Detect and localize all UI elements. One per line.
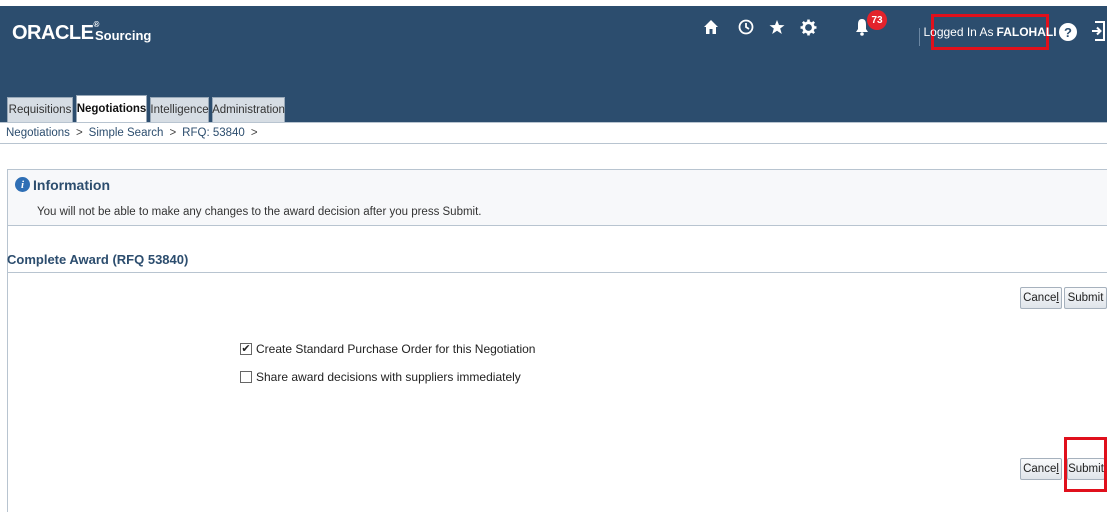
cancel-accelerator: l: [1056, 292, 1059, 304]
breadcrumb-separator: >: [75, 127, 83, 139]
tab-negotiations[interactable]: Negotiations: [76, 95, 147, 122]
submit-highlight-box: [1064, 437, 1107, 492]
breadcrumb-negotiations[interactable]: Negotiations: [6, 127, 70, 139]
tab-intelligence[interactable]: Intelligence: [150, 97, 209, 122]
breadcrumb-separator: >: [169, 127, 177, 139]
oracle-logo: ORACLE®: [12, 20, 99, 44]
logged-in-user: Logged In As FALOHALI: [923, 14, 1057, 50]
share-award-option[interactable]: Share award decisions with suppliers imm…: [240, 370, 521, 384]
breadcrumb-rfq[interactable]: RFQ: 53840: [182, 127, 245, 139]
settings-icon[interactable]: [797, 16, 819, 38]
cancel-button-top[interactable]: Cance l: [1020, 287, 1062, 309]
logged-in-username: FALOHALI: [996, 25, 1057, 39]
tab-requisitions[interactable]: Requisitions: [7, 97, 73, 122]
share-award-label: Share award decisions with suppliers imm…: [256, 370, 521, 384]
tab-administration[interactable]: Administration: [212, 97, 285, 122]
create-po-option[interactable]: ✔ Create Standard Purchase Order for thi…: [240, 342, 535, 356]
breadcrumb: Negotiations > Simple Search > RFQ: 5384…: [0, 122, 1107, 144]
cancel-label: Cance: [1023, 292, 1057, 304]
app-name: Sourcing: [95, 28, 152, 43]
information-message-box: i Information You will not be able to ma…: [7, 169, 1107, 226]
navigator-icon[interactable]: [735, 16, 757, 38]
share-award-checkbox[interactable]: [240, 371, 252, 383]
cancel-label: Cance: [1023, 463, 1057, 475]
logout-icon[interactable]: [1092, 20, 1106, 45]
help-icon[interactable]: ?: [1059, 23, 1077, 41]
home-icon[interactable]: [700, 16, 722, 38]
breadcrumb-separator: >: [250, 127, 258, 139]
favorites-icon[interactable]: [766, 16, 788, 38]
logged-in-label: Logged In As: [923, 25, 994, 39]
create-po-checkbox[interactable]: ✔: [240, 343, 252, 355]
create-po-label: Create Standard Purchase Order for this …: [256, 342, 536, 356]
cancel-button-bottom[interactable]: Cance l: [1020, 458, 1062, 480]
submit-button-top[interactable]: Submit: [1064, 287, 1107, 309]
page-title: Complete Award (RFQ 53840): [7, 252, 1107, 273]
notification-count-badge: 73: [867, 10, 887, 30]
info-icon: i: [15, 177, 30, 192]
cancel-accelerator: l: [1056, 463, 1059, 475]
breadcrumb-simple-search[interactable]: Simple Search: [89, 127, 164, 139]
information-message: You will not be able to make any changes…: [37, 206, 482, 218]
header-divider: [919, 28, 920, 46]
information-title: Information: [33, 177, 110, 193]
